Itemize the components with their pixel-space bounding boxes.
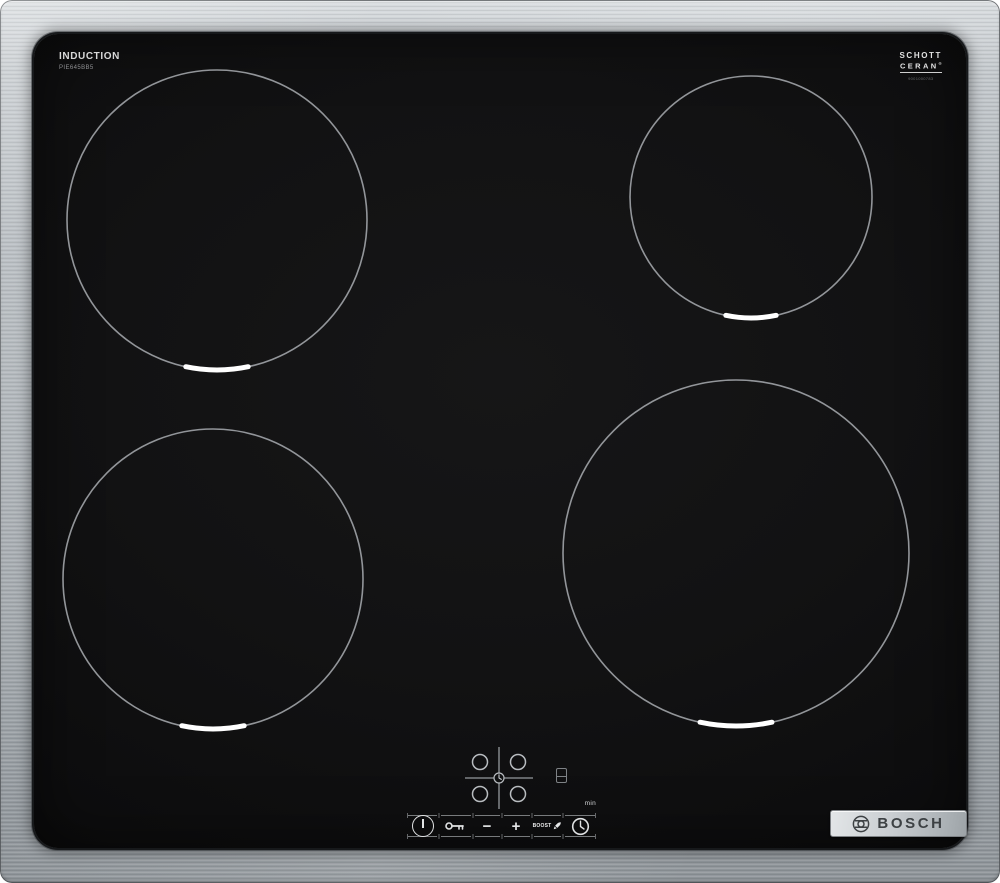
control-row-separators: [408, 813, 596, 839]
induction-label: INDUCTION: [59, 51, 120, 62]
key-lock-icon: [443, 818, 469, 834]
schott-logo-line1: SCHOTT: [900, 51, 943, 60]
boost-key[interactable]: BOOST: [531, 816, 563, 836]
zone-select-front-left[interactable]: [473, 787, 488, 802]
timer-min-label: min: [570, 800, 596, 807]
child-lock-key[interactable]: [442, 816, 470, 836]
timer-clock-icon: [571, 817, 590, 836]
induction-branding: INDUCTION PIE645BB5: [59, 51, 120, 71]
schott-ceran-text: CERAN: [900, 62, 939, 71]
power-key[interactable]: [412, 815, 434, 837]
power-level-display-icon: [556, 768, 567, 783]
zone-select-back-right[interactable]: [511, 755, 526, 770]
increase-key[interactable]: +: [503, 816, 529, 836]
ceramic-glass-surface: [34, 34, 966, 848]
bosch-induction-hob: INDUCTION PIE645BB5 SCHOTT CERAN® 900100…: [0, 0, 1000, 883]
bosch-logo-plate: BOSCH: [830, 810, 967, 837]
plus-icon: +: [512, 818, 521, 835]
zone-select-front-right[interactable]: [511, 787, 526, 802]
bosch-wordmark: BOSCH: [877, 815, 944, 832]
zone-selector-control[interactable]: [458, 744, 540, 812]
bosch-symbol-icon: [852, 815, 870, 833]
schott-logo-line2: CERAN®: [900, 61, 942, 73]
decrease-key[interactable]: −: [474, 816, 500, 836]
model-number: PIE645BB5: [59, 65, 120, 71]
timer-key[interactable]: [569, 815, 591, 837]
minus-icon: −: [483, 818, 492, 835]
schott-ceran-logo: SCHOTT CERAN® 9001000783: [900, 51, 943, 81]
boost-label: BOOST: [533, 823, 552, 829]
registered-mark: ®: [939, 61, 942, 66]
boost-rocket-icon: [553, 822, 561, 830]
power-icon: [412, 815, 434, 837]
schott-serial-number: 9001000783: [908, 76, 933, 81]
zone-select-back-left[interactable]: [473, 755, 488, 770]
